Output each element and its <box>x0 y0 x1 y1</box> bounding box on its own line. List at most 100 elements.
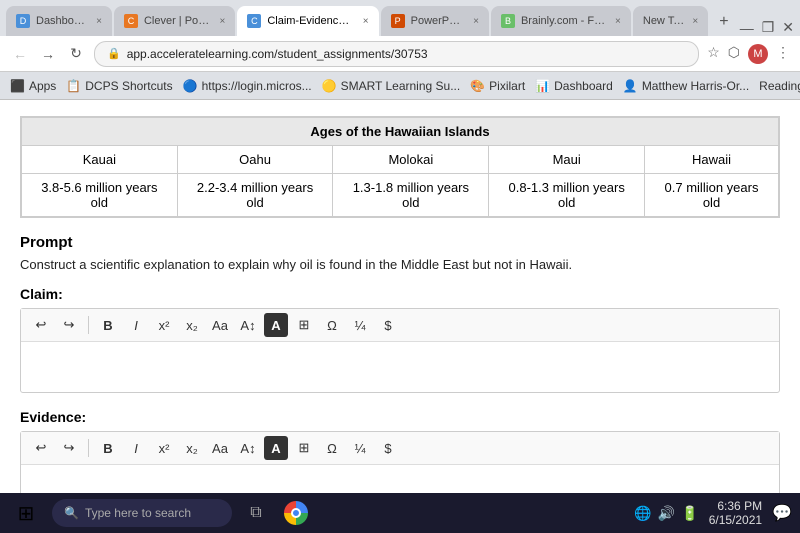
bookmark-matthew-label: Matthew Harris-Or... <box>642 79 749 93</box>
claim-fontsize-btn[interactable]: A↕ <box>236 313 260 337</box>
claim-italic-btn[interactable]: I <box>124 313 148 337</box>
bookmark-apps-label: Apps <box>29 79 56 93</box>
claim-fraction-btn[interactable]: ¼ <box>348 313 372 337</box>
evidence-omega-btn[interactable]: Ω <box>320 436 344 460</box>
evidence-undo-btn[interactable]: ↩ <box>29 436 53 460</box>
claim-undo-btn[interactable]: ↩ <box>29 313 53 337</box>
evidence-fraction-btn[interactable]: ¼ <box>348 436 372 460</box>
tab-close-brainly[interactable]: × <box>615 16 621 27</box>
tab-close-claim[interactable]: × <box>363 16 369 27</box>
claim-editor-body[interactable] <box>21 342 779 392</box>
claim-editor[interactable]: ↩ ↪ B I x² x₂ Aa A↕ A ⊞ Ω ¼ $ <box>20 308 780 393</box>
evidence-italic-btn[interactable]: I <box>124 436 148 460</box>
page-content: Ages of the Hawaiian Islands Kauai Oahu … <box>0 100 800 500</box>
battery-icon[interactable]: 🔋 <box>681 505 698 522</box>
restore-btn[interactable]: ❐ <box>762 19 775 36</box>
claim-font-btn[interactable]: Aa <box>208 313 232 337</box>
taskbar-chrome-icon[interactable] <box>280 497 312 529</box>
evidence-table-btn[interactable]: ⊞ <box>292 436 316 460</box>
taskbar-search[interactable]: 🔍 Type here to search <box>52 499 232 527</box>
bookmark-dcps[interactable]: 📋 DCPS Shortcuts <box>66 79 172 93</box>
evidence-font-btn[interactable]: Aa <box>208 436 232 460</box>
tab-bar: D Dashboard × C Clever | Portal × C Clai… <box>0 0 800 36</box>
tab-close-dashboard[interactable]: × <box>96 16 102 27</box>
val-maui: 0.8-1.3 million years old <box>489 174 645 217</box>
volume-icon[interactable]: 🔊 <box>658 505 675 522</box>
tab-favicon-brainly: B <box>501 14 515 28</box>
claim-superscript-btn[interactable]: x² <box>152 313 176 337</box>
col-header-kauai: Kauai <box>22 146 178 174</box>
tab-close-clever[interactable]: × <box>219 16 225 27</box>
tab-close-newtab[interactable]: × <box>692 16 698 27</box>
evidence-bold-btn[interactable]: B <box>96 436 120 460</box>
profile-icon[interactable]: M <box>748 44 768 64</box>
close-btn[interactable]: ✕ <box>782 19 794 36</box>
claim-table-btn[interactable]: ⊞ <box>292 313 316 337</box>
val-molokai: 1.3-1.8 million years old <box>333 174 489 217</box>
bookmark-micros[interactable]: 🔵 https://login.micros... <box>183 79 312 93</box>
network-icon[interactable]: 🌐 <box>634 505 651 522</box>
tab-claim[interactable]: C Claim-Evidence-... × <box>237 6 378 36</box>
bookmark-matthew[interactable]: 👤 Matthew Harris-Or... <box>623 79 749 93</box>
claim-bold-btn[interactable]: B <box>96 313 120 337</box>
extension-icon[interactable]: ⬡ <box>728 44 740 64</box>
bookmark-apps[interactable]: ⬛ Apps <box>10 79 56 93</box>
evidence-toolbar: ↩ ↪ B I x² x₂ Aa A↕ A ⊞ Ω ¼ $ <box>21 432 779 465</box>
bookmark-micros-label: https://login.micros... <box>202 79 312 93</box>
tab-newtab[interactable]: New Tab × <box>633 6 708 36</box>
bookmark-pixilart[interactable]: 🎨 Pixilart <box>470 79 525 93</box>
forward-button[interactable]: → <box>38 46 58 62</box>
tab-clever[interactable]: C Clever | Portal × <box>114 6 235 36</box>
table-title: Ages of the Hawaiian Islands <box>22 118 779 146</box>
refresh-button[interactable]: ↻ <box>66 45 86 62</box>
bookmark-dcps-label: DCPS Shortcuts <box>85 79 172 93</box>
toolbar-divider-2 <box>88 439 89 457</box>
smart-icon: 🟡 <box>322 79 337 93</box>
notification-icon[interactable]: 💬 <box>772 503 792 523</box>
claim-highlight-btn[interactable]: A <box>264 313 288 337</box>
tab-dashboard[interactable]: D Dashboard × <box>6 6 112 36</box>
taskbar-date-display: 6/15/2021 <box>709 513 762 527</box>
tab-brainly[interactable]: B Brainly.com - Fo... × <box>491 6 631 36</box>
micros-icon: 🔵 <box>183 79 198 93</box>
start-button[interactable]: ⊞ <box>8 495 44 531</box>
bookmark-dashboard[interactable]: 📊 Dashboard <box>535 79 613 93</box>
tab-label-ppt: PowerPoint <box>411 15 466 27</box>
bookmark-star-icon[interactable]: ☆ <box>707 44 720 64</box>
bookmark-smart[interactable]: 🟡 SMART Learning Su... <box>322 79 461 93</box>
address-input[interactable]: 🔒 app.acceleratelearning.com/student_ass… <box>94 41 699 67</box>
evidence-superscript-btn[interactable]: x² <box>152 436 176 460</box>
tab-favicon-claim: C <box>247 14 261 28</box>
evidence-redo-btn[interactable]: ↪ <box>57 436 81 460</box>
tab-favicon-ppt: P <box>391 14 405 28</box>
new-tab-button[interactable]: + <box>710 8 737 36</box>
bookmark-dashboard-label: Dashboard <box>554 79 613 93</box>
taskbar-clock[interactable]: 6:36 PM 6/15/2021 <box>709 499 762 527</box>
evidence-subscript-btn[interactable]: x₂ <box>180 436 204 460</box>
tab-label-clever: Clever | Portal <box>144 15 212 27</box>
address-icons: ☆ ⬡ M ⋮ <box>707 44 790 64</box>
claim-subscript-btn[interactable]: x₂ <box>180 313 204 337</box>
bookmark-smart-label: SMART Learning Su... <box>341 79 461 93</box>
evidence-fontsize-btn[interactable]: A↕ <box>236 436 260 460</box>
evidence-editor[interactable]: ↩ ↪ B I x² x₂ Aa A↕ A ⊞ Ω ¼ $ <box>20 431 780 500</box>
taskbar-task-view[interactable]: ⧉ <box>240 497 272 529</box>
col-header-maui: Maui <box>489 146 645 174</box>
settings-icon[interactable]: ⋮ <box>776 44 790 64</box>
taskbar-sys-icons: 🌐 🔊 🔋 <box>634 505 698 522</box>
claim-redo-btn[interactable]: ↪ <box>57 313 81 337</box>
prompt-section: Prompt Construct a scientific explanatio… <box>20 234 780 272</box>
bookmark-pixilart-label: Pixilart <box>489 79 525 93</box>
claim-omega-btn[interactable]: Ω <box>320 313 344 337</box>
back-button[interactable]: ← <box>10 46 30 62</box>
evidence-highlight-btn[interactable]: A <box>264 436 288 460</box>
tab-powerpoint[interactable]: P PowerPoint × <box>381 6 489 36</box>
minimize-btn[interactable]: — <box>740 20 754 36</box>
matthew-icon: 👤 <box>623 79 638 93</box>
prompt-title: Prompt <box>20 234 780 251</box>
apps-icon: ⬛ <box>10 79 25 93</box>
tab-close-ppt[interactable]: × <box>473 16 479 27</box>
claim-dollar-btn[interactable]: $ <box>376 313 400 337</box>
reading-list[interactable]: Reading list <box>759 79 800 93</box>
evidence-dollar-btn[interactable]: $ <box>376 436 400 460</box>
